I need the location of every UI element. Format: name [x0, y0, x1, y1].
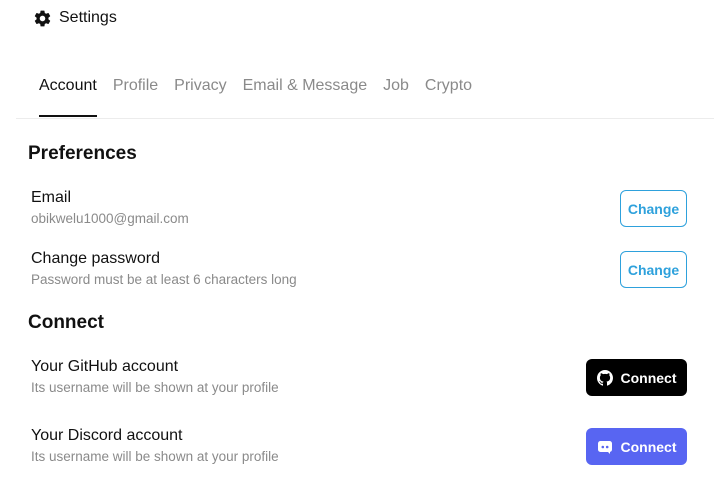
tab-crypto[interactable]: Crypto	[425, 75, 472, 117]
tabs-divider	[16, 118, 714, 119]
settings-page: Settings Account Profile Privacy Email &…	[0, 0, 714, 481]
github-label: Your GitHub account	[31, 358, 179, 375]
page-header: Settings	[33, 7, 117, 29]
password-hint: Password must be at least 6 characters l…	[31, 272, 297, 287]
password-label: Change password	[31, 250, 160, 267]
page-title: Settings	[59, 9, 117, 26]
change-password-button[interactable]: Change	[620, 251, 687, 288]
connect-discord-label: Connect	[620, 438, 677, 455]
github-hint: Its username will be shown at your profi…	[31, 380, 279, 395]
tab-job[interactable]: Job	[383, 75, 409, 117]
tab-account[interactable]: Account	[39, 75, 97, 117]
change-email-button[interactable]: Change	[620, 190, 687, 227]
tab-email-message[interactable]: Email & Message	[243, 75, 368, 117]
discord-icon	[597, 439, 613, 455]
tab-profile[interactable]: Profile	[113, 75, 158, 117]
connect-heading: Connect	[28, 312, 104, 333]
gear-icon	[33, 9, 52, 28]
connect-discord-button[interactable]: Connect	[586, 428, 687, 465]
connect-github-button[interactable]: Connect	[586, 359, 687, 396]
settings-tabs: Account Profile Privacy Email & Message …	[39, 75, 488, 117]
github-icon	[596, 369, 613, 386]
tab-privacy[interactable]: Privacy	[174, 75, 226, 117]
preferences-heading: Preferences	[28, 143, 137, 164]
connect-github-label: Connect	[620, 369, 677, 386]
discord-hint: Its username will be shown at your profi…	[31, 449, 279, 464]
discord-label: Your Discord account	[31, 427, 183, 444]
email-value: obikwelu1000@gmail.com	[31, 211, 189, 226]
email-label: Email	[31, 189, 72, 206]
